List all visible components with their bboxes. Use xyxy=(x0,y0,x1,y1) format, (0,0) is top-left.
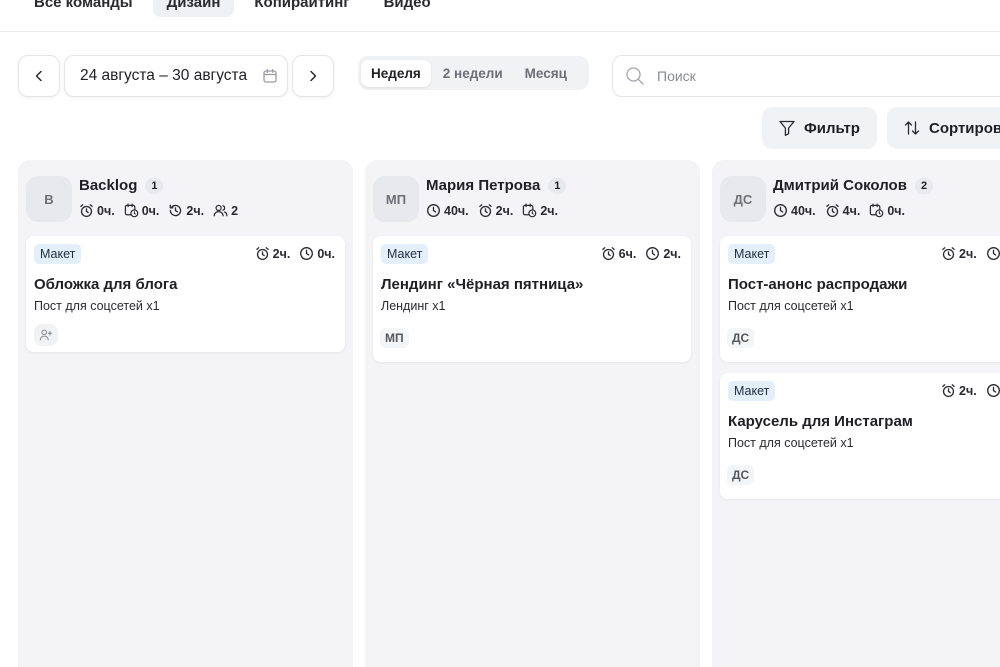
tab-copywriting[interactable]: Копирайтинг xyxy=(240,0,363,17)
clock-icon xyxy=(426,203,441,218)
next-week-button[interactable] xyxy=(292,55,334,97)
column-title: Дмитрий Соколов xyxy=(773,177,907,194)
search-input[interactable] xyxy=(657,68,957,84)
calendar-clock-icon xyxy=(124,203,139,218)
chevron-right-icon xyxy=(310,70,317,82)
column-header: В Backlog 1 0ч. 0ч. 2ч. 2 xyxy=(26,176,346,226)
task-card[interactable]: Макет 2ч. Карусель для Инстаграм Пост дл… xyxy=(720,373,1000,499)
sort-icon xyxy=(904,121,920,135)
task-title: Обложка для блога xyxy=(34,276,178,293)
users-icon xyxy=(213,203,228,218)
column-dmitry-sokolov: ДС Дмитрий Соколов 2 40ч. 4ч. 0ч. Макет … xyxy=(712,160,1000,667)
stat-planned: 0ч. xyxy=(141,203,160,218)
task-tag: Макет xyxy=(728,381,776,401)
stat-spent: 2ч. xyxy=(540,203,559,218)
period-month[interactable]: Месяц xyxy=(515,60,577,87)
time-spent: 0ч. xyxy=(317,246,335,261)
task-subtitle: Пост для соцсетей x1 xyxy=(728,299,854,313)
column-maria-petrova: МП Мария Петрова 1 40ч. 2ч. 2ч. Макет 6ч… xyxy=(365,160,700,667)
chevron-left-icon xyxy=(35,70,42,82)
alarm-clock-icon xyxy=(941,246,956,261)
task-count-badge: 2 xyxy=(914,177,934,194)
task-tag: Макет xyxy=(381,244,429,264)
time-estimate: 6ч. xyxy=(618,246,637,261)
tab-design[interactable]: Дизайн xyxy=(152,0,235,17)
assignee-avatar[interactable]: ДС xyxy=(727,465,755,485)
stat-planned: 2ч. xyxy=(495,203,514,218)
task-tag: Макет xyxy=(34,244,82,264)
stat-planned: 4ч. xyxy=(842,203,861,218)
sort-button[interactable]: Сортиров xyxy=(887,107,1000,149)
period-selector: Неделя 2 недели Месяц xyxy=(358,56,589,90)
stat-total: 40ч. xyxy=(444,203,469,218)
task-count-badge: 1 xyxy=(548,177,567,194)
time-spent: 2ч. xyxy=(663,246,681,261)
time-estimate: 2ч. xyxy=(959,246,977,261)
period-week[interactable]: Неделя xyxy=(361,59,431,87)
top-divider xyxy=(0,31,1000,32)
alarm-clock-icon xyxy=(601,246,616,261)
avatar: МП xyxy=(373,176,419,222)
column-stats: 0ч. 0ч. 2ч. 2 xyxy=(79,203,238,218)
column-header: ДС Дмитрий Соколов 2 40ч. 4ч. 0ч. xyxy=(720,176,1000,226)
task-subtitle: Лендинг x1 xyxy=(381,299,446,313)
alarm-clock-icon xyxy=(79,203,94,218)
column-stats: 40ч. 4ч. 0ч. xyxy=(773,203,905,218)
history-icon xyxy=(168,203,183,218)
column-stats: 40ч. 2ч. 2ч. xyxy=(426,203,558,218)
assign-user-button[interactable] xyxy=(34,324,58,346)
clock-icon xyxy=(645,246,660,261)
stat-spent: 0ч. xyxy=(887,203,906,218)
task-title: Пост-анонс распродажи xyxy=(728,276,908,293)
date-range-text: 24 августа – 30 августа xyxy=(80,67,248,84)
alarm-clock-icon xyxy=(255,246,270,261)
clock-icon xyxy=(986,383,1000,398)
task-card[interactable]: Макет 2ч. 0ч. Обложка для блога Пост для… xyxy=(26,236,345,352)
stat-total: 0ч. xyxy=(97,203,115,218)
avatar: ДС xyxy=(720,176,766,222)
add-user-icon xyxy=(39,329,53,341)
period-two-weeks[interactable]: 2 недели xyxy=(433,60,513,87)
task-title: Карусель для Инстаграм xyxy=(728,413,913,430)
clock-icon xyxy=(299,246,314,261)
sort-label: Сортиров xyxy=(929,119,1000,137)
stat-members: 2 xyxy=(231,203,239,218)
filter-button[interactable]: Фильтр xyxy=(762,107,877,149)
calendar-clock-icon xyxy=(869,203,884,218)
tab-video[interactable]: Видео xyxy=(370,0,445,17)
alarm-clock-icon xyxy=(825,203,840,218)
prev-week-button[interactable] xyxy=(18,55,60,97)
task-title: Лендинг «Чёрная пятница» xyxy=(381,276,584,293)
task-subtitle: Пост для соцсетей x1 xyxy=(728,436,854,450)
tab-all-teams[interactable]: Все команды xyxy=(20,0,147,17)
task-count-badge: 1 xyxy=(145,177,164,194)
clock-icon xyxy=(773,203,788,218)
date-range-picker[interactable]: 24 августа – 30 августа xyxy=(64,55,288,97)
stat-total: 40ч. xyxy=(791,203,816,218)
time-estimate: 2ч. xyxy=(272,246,291,261)
clock-icon xyxy=(986,246,1000,261)
filter-label: Фильтр xyxy=(804,119,860,137)
task-subtitle: Пост для соцсетей x1 xyxy=(34,299,160,313)
task-card[interactable]: Макет 6ч. 2ч. Лендинг «Чёрная пятница» Л… xyxy=(373,236,691,362)
filter-icon xyxy=(779,120,795,136)
calendar-clock-icon xyxy=(522,203,537,218)
column-backlog: В Backlog 1 0ч. 0ч. 2ч. 2 Макет 2ч. 0ч. … xyxy=(18,160,353,667)
calendar-icon xyxy=(263,68,277,83)
search-box xyxy=(612,55,1000,97)
column-title: Мария Петрова xyxy=(426,177,541,194)
alarm-clock-icon xyxy=(941,383,956,398)
alarm-clock-icon xyxy=(478,203,493,218)
team-tabs: Все команды Дизайн Копирайтинг Видео xyxy=(20,0,445,18)
column-title: Backlog xyxy=(79,177,138,194)
assignee-avatar[interactable]: ДС xyxy=(727,328,755,348)
task-tag: Макет xyxy=(728,244,776,264)
column-header: МП Мария Петрова 1 40ч. 2ч. 2ч. xyxy=(373,176,693,226)
search-icon xyxy=(626,67,644,85)
time-estimate: 2ч. xyxy=(959,383,977,398)
assignee-avatar[interactable]: МП xyxy=(380,328,409,348)
task-card[interactable]: Макет 2ч. Пост-анонс распродажи Пост для… xyxy=(720,236,1000,362)
avatar: В xyxy=(26,176,72,222)
stat-spent: 2ч. xyxy=(186,203,205,218)
